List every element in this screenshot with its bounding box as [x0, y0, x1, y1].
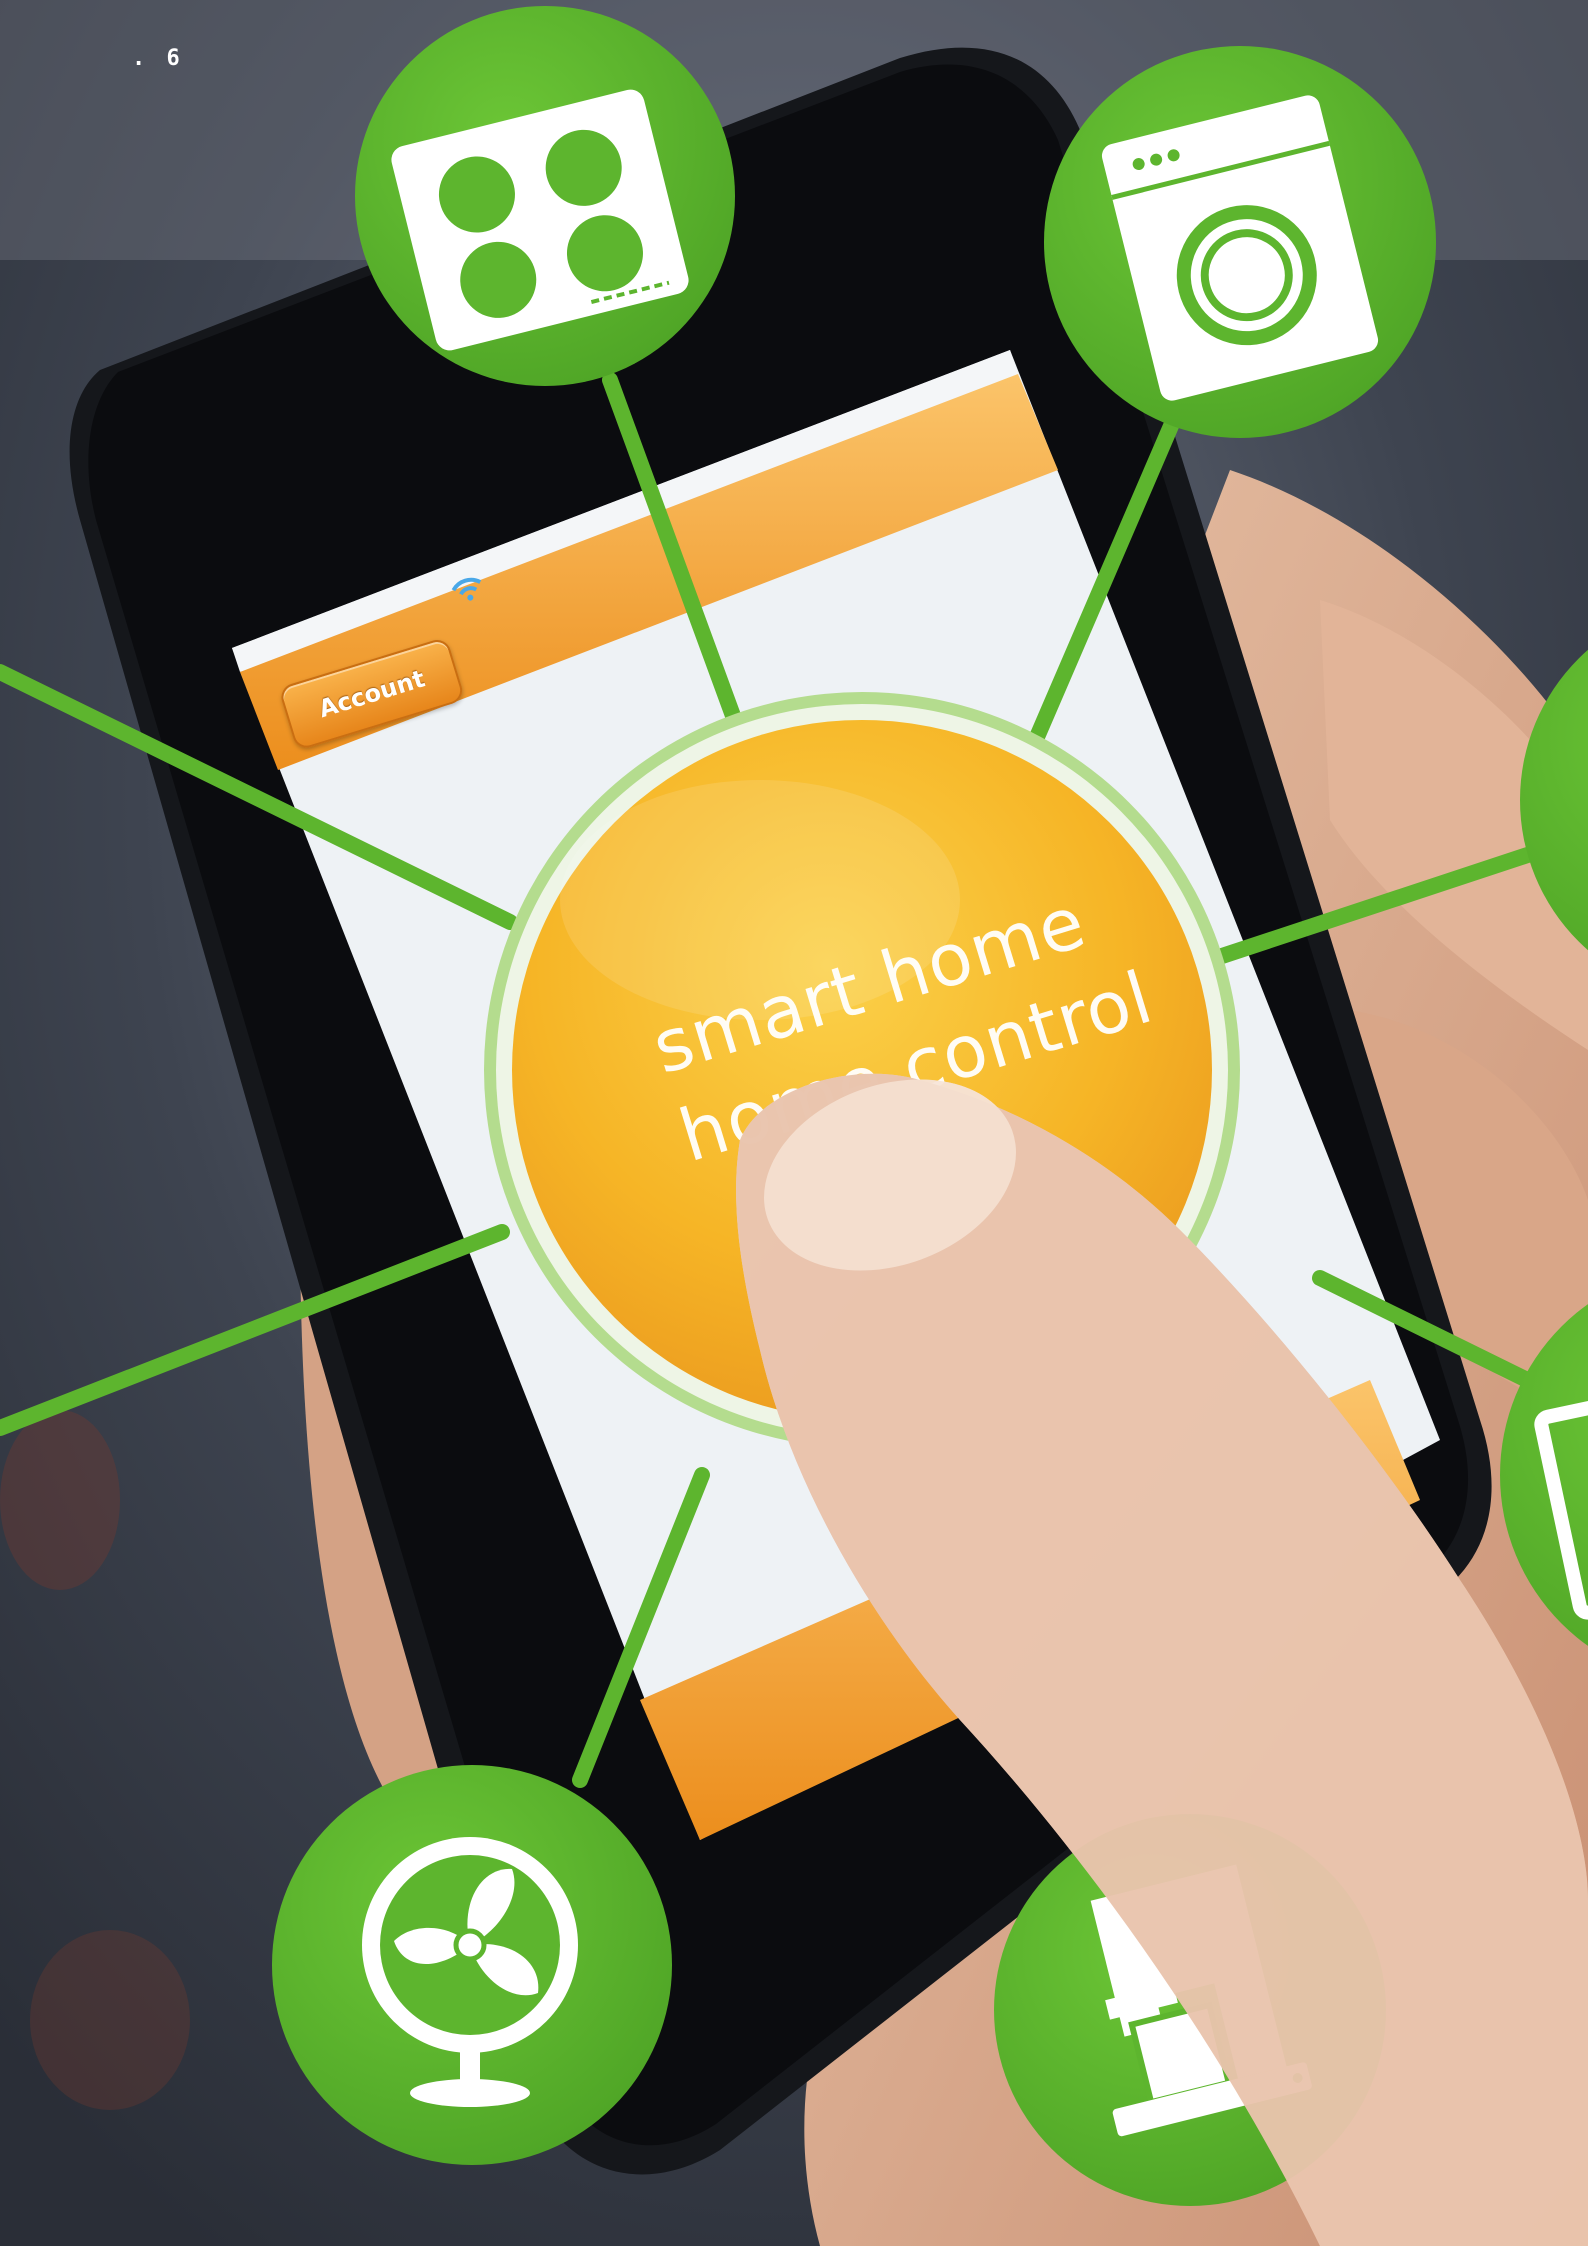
fan-icon[interactable] [272, 1765, 672, 2165]
washing-machine-icon[interactable] [1044, 46, 1436, 438]
smart-home-scene: . 6 Account smart home home control [0, 0, 1588, 2246]
page-number: . 6 [132, 46, 184, 71]
cooktop-icon[interactable] [355, 6, 735, 386]
coffee-maker-icon[interactable] [994, 1814, 1386, 2206]
